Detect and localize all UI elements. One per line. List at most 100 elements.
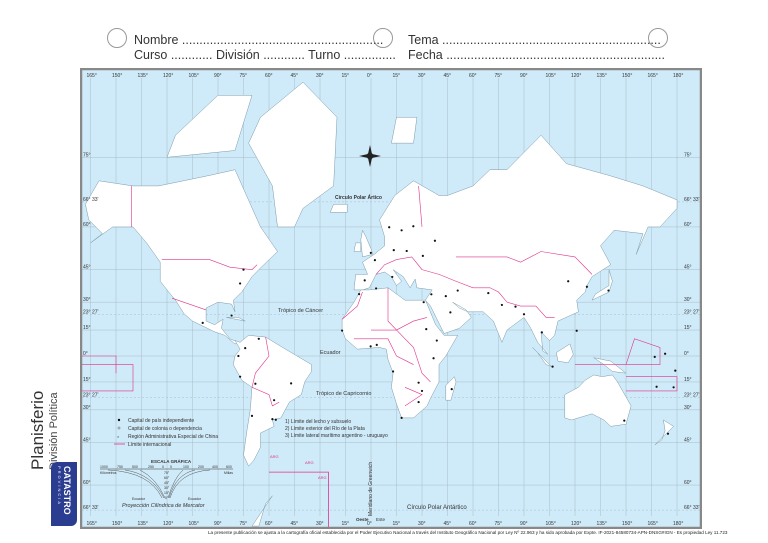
lon-label-bottom: 150° xyxy=(622,521,632,527)
scale-lat: 45° xyxy=(164,481,170,485)
title-planisferio: Planisferio xyxy=(28,390,47,470)
lat-label-left: 0° xyxy=(83,351,88,357)
lon-label-top: 45° xyxy=(444,73,452,79)
capital-marker xyxy=(421,254,424,257)
subtitle-division-politica: División Política xyxy=(48,392,60,470)
capital-marker xyxy=(655,385,658,388)
capital-marker xyxy=(242,268,245,271)
lon-label-top: 15° xyxy=(393,73,401,79)
legend-item: Límite internacional xyxy=(128,442,171,448)
scale-lat: 60° xyxy=(164,476,170,480)
capital-marker xyxy=(417,400,420,404)
lon-label-top: 180° xyxy=(673,73,683,79)
label-arg-1: ARG xyxy=(270,454,279,459)
capital-marker xyxy=(369,251,372,254)
lon-label-bottom: 45° xyxy=(444,521,452,527)
scale-tick: 200 xyxy=(198,465,204,469)
scale-tick: 1000 xyxy=(100,465,108,469)
capital-marker xyxy=(514,305,517,308)
capital-marker xyxy=(432,357,435,360)
capital-marker xyxy=(575,329,578,332)
lon-label-bottom: 135° xyxy=(138,521,148,527)
lat-label-left: 66° 33' xyxy=(83,505,99,511)
lon-label-bottom: 120° xyxy=(163,521,173,527)
capital-independent-icon xyxy=(117,418,121,422)
lon-label-top: 105° xyxy=(546,73,556,79)
legal-footer: La presente publicación se ajusta a la c… xyxy=(208,530,728,535)
scale-ecuador-left: Ecuador xyxy=(132,497,146,501)
capital-marker xyxy=(230,314,233,317)
scale-tick: 0 xyxy=(162,465,164,469)
scale-lat: 75° xyxy=(164,471,170,475)
lat-label-left: 15° xyxy=(83,325,91,331)
lat-label-left: 15° xyxy=(83,377,91,383)
lon-label-top: 0° xyxy=(367,73,372,79)
lat-label-right: 66° 33' xyxy=(684,505,700,511)
lat-label-right: 0° xyxy=(684,351,689,357)
lon-label-bottom: 90° xyxy=(520,521,528,527)
curso-division-turno-field[interactable]: Curso ............ División ............… xyxy=(134,48,396,62)
label-tropico-cancer: Trópico de Cáncer xyxy=(278,308,323,314)
lon-label-top: 60° xyxy=(265,73,273,79)
capital-marker xyxy=(417,381,420,384)
capital-marker xyxy=(607,289,610,292)
lat-label-right: 75° xyxy=(684,152,692,158)
nombre-field[interactable]: Nombre .................................… xyxy=(134,33,383,47)
lat-label-left: 45° xyxy=(83,265,91,271)
lon-label-bottom: 150° xyxy=(112,521,122,527)
label-ecuador: Ecuador xyxy=(320,350,341,356)
lat-label-left: 45° xyxy=(83,437,91,443)
capital-marker xyxy=(363,279,366,282)
lat-label-left: 30° xyxy=(83,297,91,303)
capital-marker xyxy=(551,365,554,368)
scale-projection: Proyección Cilíndrica de Mercator xyxy=(122,503,206,509)
capital-marker xyxy=(358,292,361,296)
capital-marker xyxy=(444,295,447,298)
lon-label-bottom: 15° xyxy=(393,521,401,527)
punch-hole-left xyxy=(107,28,127,48)
capital-marker xyxy=(450,388,453,391)
lon-label-top: 165° xyxy=(87,73,97,79)
capital-marker xyxy=(664,352,667,355)
capital-marker xyxy=(433,239,437,242)
fecha-field[interactable]: Fecha ..................................… xyxy=(408,48,665,62)
label-greenwich: Meridiano de Greenwich xyxy=(368,462,374,516)
lat-label-right: 23° 27' xyxy=(684,392,700,398)
lat-label-right: 60° xyxy=(684,222,692,228)
scale-ecuador-right: Ecuador xyxy=(188,497,202,501)
scale-tick: 750 xyxy=(117,465,123,469)
tema-field[interactable]: Tema ...................................… xyxy=(408,33,661,47)
lon-label-bottom: 165° xyxy=(648,521,658,527)
lon-label-bottom: 105° xyxy=(189,521,199,527)
brand-sub: PROVINCIA xyxy=(57,466,62,507)
scale-lat: 30° xyxy=(164,486,170,490)
catastro-logo: CATASTRO PROVINCIA xyxy=(51,462,77,526)
capital-marker xyxy=(392,249,395,252)
scale-tick: 500 xyxy=(132,465,138,469)
lon-label-bottom: 15° xyxy=(342,521,350,527)
capital-marker xyxy=(405,249,408,253)
capital-marker xyxy=(239,375,242,378)
scale-unit-mi: Millas xyxy=(224,471,233,475)
capital-marker xyxy=(271,418,274,421)
scale-tick: 0 xyxy=(170,465,172,469)
capital-marker xyxy=(567,280,570,283)
lon-label-bottom: 90° xyxy=(214,521,222,527)
capital-marker xyxy=(456,289,459,292)
capital-marker xyxy=(425,328,428,331)
scale-lat: 0° xyxy=(165,496,169,500)
lat-label-right: 45° xyxy=(684,265,692,271)
scale-unit-km: Kilómetros xyxy=(100,471,117,475)
label-tropico-capricornio: Trópico de Capricornio xyxy=(316,391,371,397)
label-oeste: Oeste xyxy=(356,517,369,522)
capital-marker xyxy=(375,287,378,290)
scale-title: ESCALA GRÁFICA xyxy=(151,458,192,464)
legend-note: 1) Límite del lecho y subsuelo xyxy=(285,419,351,425)
capital-marker xyxy=(391,275,394,279)
label-circulo-antartico: Círculo Polar Antártico xyxy=(407,505,467,511)
lon-label-top: 15° xyxy=(342,73,350,79)
capital-marker xyxy=(666,432,670,435)
label-arg-3: ARG xyxy=(318,475,327,480)
lon-label-bottom: 165° xyxy=(87,521,97,527)
lon-label-top: 120° xyxy=(163,73,173,79)
